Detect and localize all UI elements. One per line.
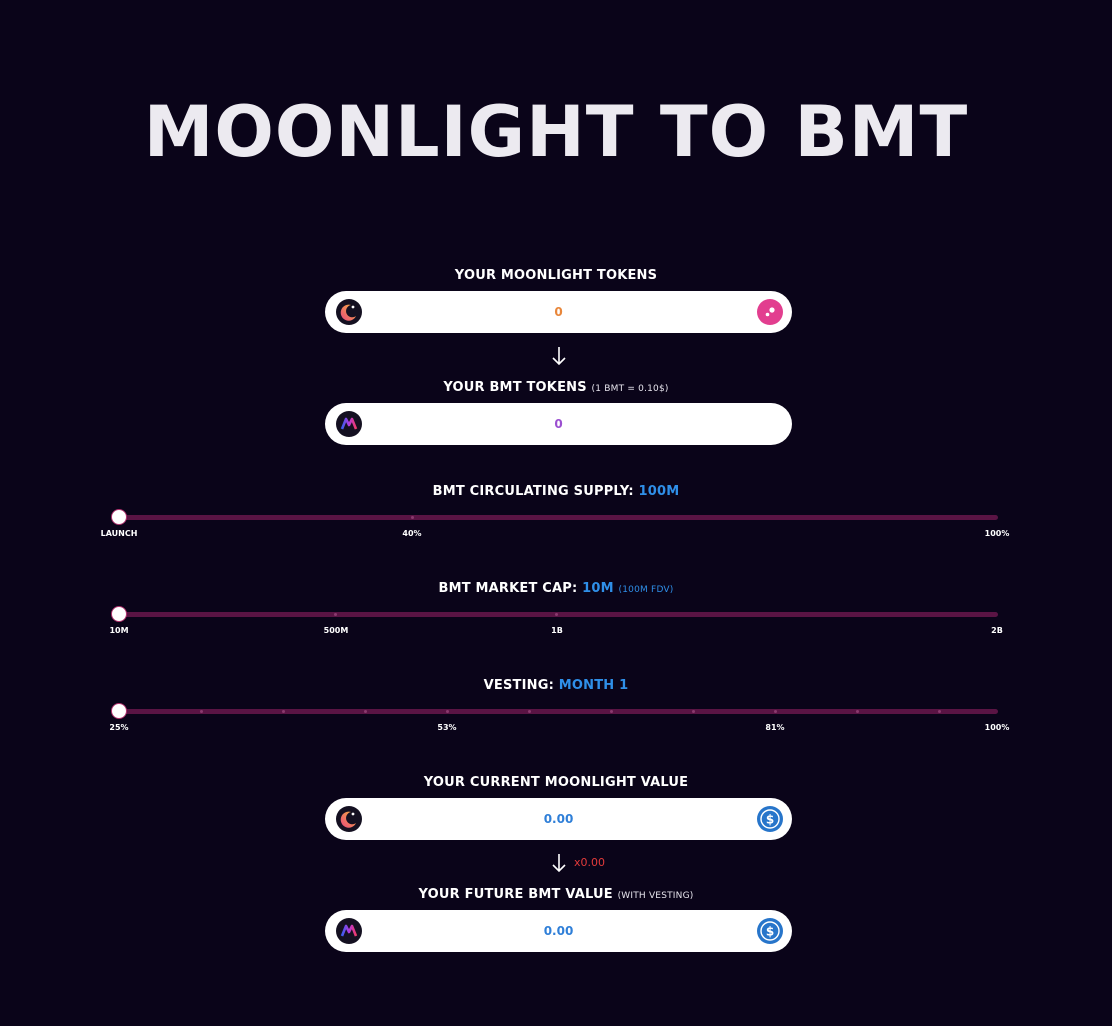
future-value-label-text: YOUR FUTURE BMT VALUE (418, 887, 613, 902)
current-value-output (375, 798, 742, 840)
value-multiplier: x0.00 (574, 856, 606, 869)
vesting-value: MONTH 1 (558, 678, 629, 693)
bmt-tokens-field (325, 403, 792, 445)
supply-tick-label: LAUNCH (100, 529, 138, 538)
circulating-supply-slider[interactable] (111, 508, 998, 528)
bmt-coin-icon (336, 411, 362, 437)
market-cap-tick-label: 1B (551, 626, 563, 635)
supply-tick-label: 40% (402, 529, 422, 538)
slider-thumb[interactable] (111, 509, 127, 525)
slider-tick-dot (411, 516, 414, 519)
vesting-label: VESTING: MONTH 1 (0, 678, 1112, 693)
future-value-field: $ (325, 910, 792, 952)
market-cap-tick-label: 10M (109, 626, 129, 635)
vesting-slider[interactable] (111, 702, 998, 722)
supply-tick-label: 100% (984, 529, 1010, 538)
market-cap-fdv-note: (100M FDV) (618, 585, 674, 595)
slider-track (119, 709, 998, 714)
circulating-supply-value: 100M (638, 484, 680, 499)
pink-token-icon (757, 299, 783, 325)
slider-tick-dot (610, 710, 613, 713)
slider-tick-dot (774, 710, 777, 713)
vesting-tick-label: 100% (984, 723, 1010, 732)
vesting-label-text: VESTING: (483, 678, 555, 693)
vesting-tick-label: 53% (437, 723, 457, 732)
slider-tick-dot (446, 710, 449, 713)
arrow-down-icon (548, 345, 570, 367)
slider-tick-dot (856, 710, 859, 713)
vesting-note: (WITH VESTING) (617, 891, 694, 901)
circulating-supply-label: BMT CIRCULATING SUPPLY: 100M (0, 484, 1112, 499)
slider-track (119, 612, 998, 617)
bmt-price-note: (1 BMT = 0.10$) (591, 384, 669, 394)
current-value-field: $ (325, 798, 792, 840)
future-value-output (375, 910, 742, 952)
bmt-coin-icon (336, 918, 362, 944)
moonlight-tokens-field (325, 291, 792, 333)
market-cap-tick-label: 2B (991, 626, 1003, 635)
future-value-label: YOUR FUTURE BMT VALUE (WITH VESTING) (0, 887, 1112, 902)
slider-tick-dot (555, 613, 558, 616)
market-cap-label-text: BMT MARKET CAP: (438, 581, 578, 596)
usdc-icon: $ (757, 918, 783, 944)
slider-thumb[interactable] (111, 606, 127, 622)
slider-tick-dot (364, 710, 367, 713)
moonlight-coin-icon (336, 299, 362, 325)
market-cap-value: 10M (582, 581, 614, 596)
current-value-label-text: YOUR CURRENT MOONLIGHT VALUE (423, 775, 689, 790)
slider-tick-dot (282, 710, 285, 713)
svg-text:$: $ (766, 925, 774, 939)
slider-tick-dot (200, 710, 203, 713)
page: MOONLIGHT TO BMT YOUR MOONLIGHT TOKENS Y… (0, 0, 1112, 1026)
usdc-icon: $ (757, 806, 783, 832)
arrow-down-icon (548, 852, 570, 874)
moonlight-coin-icon (336, 806, 362, 832)
moonlight-tokens-label: YOUR MOONLIGHT TOKENS (0, 268, 1112, 283)
circulating-supply-label-text: BMT CIRCULATING SUPPLY: (432, 484, 634, 499)
slider-tick-dot (692, 710, 695, 713)
bmt-tokens-label: YOUR BMT TOKENS (1 BMT = 0.10$) (0, 380, 1112, 395)
slider-thumb[interactable] (111, 703, 127, 719)
page-title: MOONLIGHT TO BMT (143, 91, 969, 173)
slider-tick-dot (334, 613, 337, 616)
slider-tick-dot (528, 710, 531, 713)
vesting-tick-label: 25% (109, 723, 129, 732)
bmt-tokens-input[interactable] (375, 403, 742, 445)
market-cap-slider[interactable] (111, 605, 998, 625)
current-value-label: YOUR CURRENT MOONLIGHT VALUE (0, 775, 1112, 790)
vesting-tick-label: 81% (765, 723, 785, 732)
bmt-tokens-label-text: YOUR BMT TOKENS (443, 380, 587, 395)
market-cap-label: BMT MARKET CAP: 10M (100M FDV) (0, 581, 1112, 596)
slider-tick-dot (938, 710, 941, 713)
svg-text:$: $ (766, 813, 774, 827)
moonlight-tokens-input[interactable] (375, 291, 742, 333)
slider-track (119, 515, 998, 520)
market-cap-tick-label: 500M (323, 626, 349, 635)
moonlight-tokens-label-text: YOUR MOONLIGHT TOKENS (454, 268, 658, 283)
